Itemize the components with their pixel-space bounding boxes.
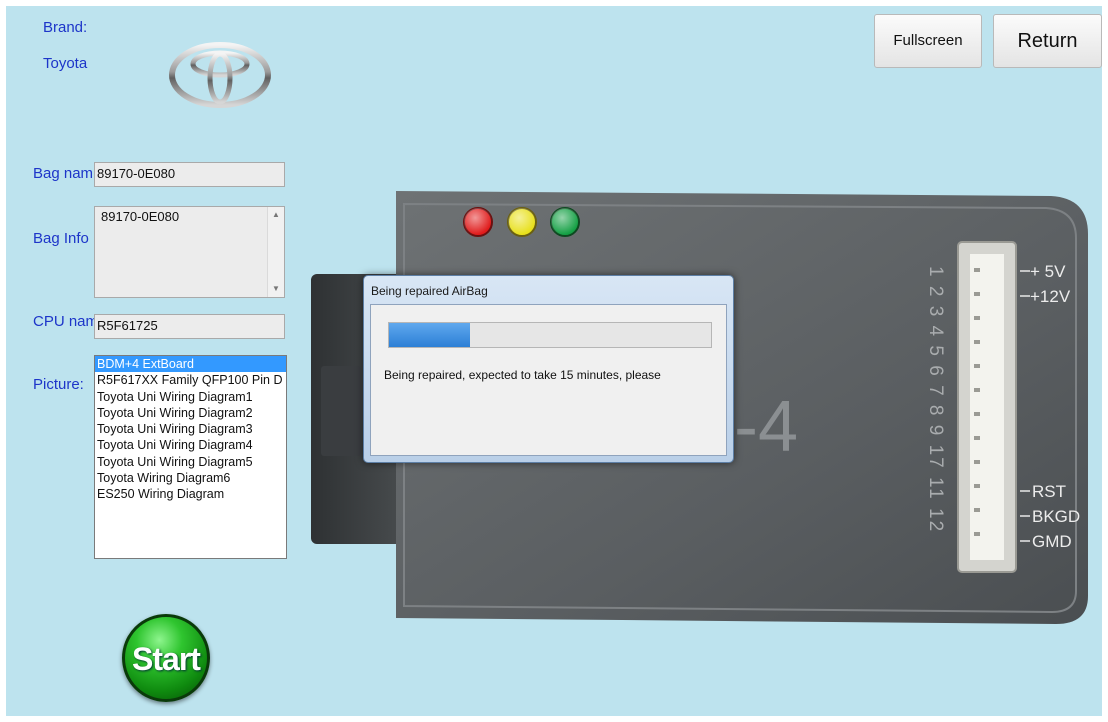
signal-label-bkgd: BKGD xyxy=(1032,507,1080,526)
repair-progress-bar xyxy=(388,322,712,348)
device-body-text: -4 xyxy=(734,387,798,467)
signal-label-gmd: GMD xyxy=(1032,532,1072,551)
repair-progress-fill xyxy=(389,323,470,347)
dialog-title: Being repaired AirBag xyxy=(371,284,488,298)
power-label-5v: + 5V xyxy=(1030,262,1066,281)
dialog-client-area: Being repaired, expected to take 15 minu… xyxy=(370,304,727,456)
dialog-message: Being repaired, expected to take 15 minu… xyxy=(384,368,661,382)
app-window: Brand: Toyota Bag nam 89170-0E080 Bag In… xyxy=(6,6,1102,716)
power-label-12v: +12V xyxy=(1030,287,1071,306)
signal-label-rst: RST xyxy=(1032,482,1066,501)
repair-progress-dialog: Being repaired AirBag Being repaired, ex… xyxy=(363,275,734,463)
device-pin-numbers: 1 2 3 4 5 6 7 8 9 17 11 12 xyxy=(925,266,946,533)
